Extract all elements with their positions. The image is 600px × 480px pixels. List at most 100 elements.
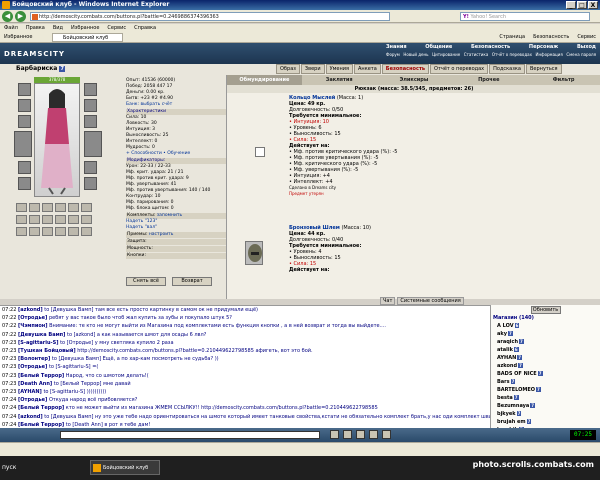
chat-time[interactable]: 07:24 xyxy=(2,397,16,403)
chat-nick[interactable]: [azkond] xyxy=(18,307,43,313)
address-bar[interactable]: http://demoscity.combats.com/buttons.pl?… xyxy=(30,12,390,21)
online-user[interactable]: Bezumnaya 7 xyxy=(491,402,600,410)
game-tab[interactable]: Безопасность xyxy=(381,64,430,74)
section-defense[interactable]: Защита: xyxy=(126,239,230,245)
backpack-subtab[interactable]: Фильтр xyxy=(526,75,600,85)
menu-favorites[interactable]: Избранное xyxy=(71,24,99,32)
user-nick[interactable]: BARTELOMEO xyxy=(497,387,535,393)
chat-time[interactable]: 07:23 xyxy=(2,373,16,379)
chat-nick[interactable]: [Волонтер] xyxy=(18,356,50,362)
chat-time[interactable]: 07:24 xyxy=(2,422,16,428)
user-nick[interactable]: bjkyek xyxy=(497,411,516,417)
unequip-all-button[interactable]: Снять всё xyxy=(126,277,166,286)
slot-earring[interactable] xyxy=(18,99,31,112)
chat-input[interactable] xyxy=(60,431,320,439)
character-name[interactable]: Барбариска 7 xyxy=(16,65,65,72)
online-user[interactable]: aky 7 xyxy=(491,330,600,338)
scroll-slot[interactable] xyxy=(16,227,27,236)
chat-time[interactable]: 07:23 xyxy=(2,340,16,346)
refresh-button[interactable]: Обновить xyxy=(530,306,561,314)
online-user[interactable]: atalik 6 xyxy=(491,346,600,354)
scroll-slot[interactable] xyxy=(81,215,92,224)
user-nick[interactable]: azkond xyxy=(497,363,517,369)
online-user[interactable]: Bars 7 xyxy=(491,378,600,386)
slot-bracer[interactable] xyxy=(84,99,97,112)
start-button[interactable]: пуск xyxy=(2,461,30,475)
configure-link[interactable]: настроить xyxy=(149,232,174,237)
topmenu-security[interactable]: Безопасность xyxy=(471,44,510,50)
chat-time[interactable]: 07:23 xyxy=(2,348,16,354)
game-tab[interactable]: Умения xyxy=(325,64,353,74)
tools-menu[interactable]: Сервис xyxy=(577,32,596,43)
topmenu-newday[interactable]: Новый день xyxy=(403,52,428,57)
menu-tools[interactable]: Сервис xyxy=(107,24,126,32)
menu-file[interactable]: Файл xyxy=(4,24,18,32)
online-user[interactable]: BADS OF NICE 7 xyxy=(491,370,600,378)
minimize-button[interactable]: _ xyxy=(566,1,576,9)
scroll-slot[interactable] xyxy=(55,215,66,224)
chat-nick[interactable]: [Тушкан Бойцовый] xyxy=(18,348,76,354)
section-buttons[interactable]: Кнопки: xyxy=(126,253,230,259)
security-menu[interactable]: Безопасность xyxy=(533,32,569,43)
slot-gloves[interactable] xyxy=(84,83,97,96)
topmenu-forum[interactable]: Форум xyxy=(386,52,400,57)
scroll-slot[interactable] xyxy=(68,215,79,224)
send-button[interactable] xyxy=(330,430,339,439)
topmenu-character[interactable]: Персонаж xyxy=(529,44,558,50)
chat-nick[interactable]: [Белый Террор] xyxy=(18,422,64,428)
page-menu[interactable]: Страница xyxy=(499,32,525,43)
set-val-link[interactable]: Надеть "вал" xyxy=(126,225,230,231)
chat-nick[interactable]: [Отродье] xyxy=(18,364,47,370)
user-nick[interactable]: Bezumnaya xyxy=(497,403,529,409)
online-user[interactable]: besta 7 xyxy=(491,394,600,402)
save-set-link[interactable]: запомнить xyxy=(157,213,182,218)
scroll-slot[interactable] xyxy=(29,203,40,212)
slot-amulet[interactable] xyxy=(18,115,31,128)
slot-belt[interactable] xyxy=(18,177,31,190)
filter-button[interactable] xyxy=(382,430,391,439)
user-nick[interactable]: atalik xyxy=(497,347,513,353)
chat-time[interactable]: 07:22 xyxy=(2,315,16,321)
online-user[interactable]: brujah em 7 xyxy=(491,418,600,426)
chat-nick[interactable]: [Отродье] xyxy=(18,397,47,403)
chat-nick[interactable]: [Белый Террор] xyxy=(18,373,64,379)
clear-button[interactable] xyxy=(343,430,352,439)
scroll-slot[interactable] xyxy=(68,227,79,236)
chat-nick[interactable]: [Чэмпион] xyxy=(18,323,48,329)
chat-time[interactable]: 07:23 xyxy=(2,364,16,370)
chat-nick[interactable]: [S-agittariu-S] xyxy=(18,340,58,346)
menu-edit[interactable]: Правка xyxy=(26,24,45,32)
chat-nick[interactable]: [Белый Террор] xyxy=(18,405,64,411)
menu-view[interactable]: Вид xyxy=(53,24,63,32)
game-tab[interactable]: Звери xyxy=(300,64,325,74)
settings-button[interactable] xyxy=(369,430,378,439)
scroll-slot[interactable] xyxy=(42,215,53,224)
topmenu-stats[interactable]: Статистика xyxy=(464,52,489,57)
return-button[interactable]: Возврат xyxy=(172,277,212,286)
scroll-slot[interactable] xyxy=(81,227,92,236)
user-nick[interactable]: aky xyxy=(497,331,507,337)
slot-armor[interactable] xyxy=(18,161,31,174)
online-user[interactable]: bjkyek 7 xyxy=(491,410,600,418)
online-user[interactable]: A LOV 6 xyxy=(491,322,600,330)
user-nick[interactable]: araqich xyxy=(497,339,518,345)
close-button[interactable]: X xyxy=(588,1,598,9)
chat-nick[interactable]: [AYHAN] xyxy=(18,389,42,395)
user-nick[interactable]: AYHAN xyxy=(497,355,516,361)
ring-icon[interactable] xyxy=(255,147,265,157)
slot-ring[interactable] xyxy=(84,115,97,128)
online-user[interactable]: BARTELOMEO 7 xyxy=(491,386,600,394)
backpack-subtab[interactable]: Эликсиры xyxy=(377,75,452,85)
scroll-slot[interactable] xyxy=(81,203,92,212)
topmenu-report[interactable]: Отчёт о переводах xyxy=(492,52,532,57)
abilities-link[interactable]: + Способности • Обучение xyxy=(126,151,230,157)
user-nick[interactable]: Bars xyxy=(497,379,510,385)
chat-time[interactable]: 07:23 xyxy=(2,381,16,387)
forward-icon[interactable]: ▶ xyxy=(15,11,26,22)
game-tab[interactable]: Анкета xyxy=(354,64,381,74)
topmenu-chat[interactable]: Общение xyxy=(425,44,452,50)
tab-system-messages[interactable]: Системные сообщения xyxy=(397,297,464,305)
taskbar-item[interactable]: Бойцовский клуб xyxy=(90,460,160,475)
section-techniques[interactable]: Приемы: настроить xyxy=(126,232,230,238)
search-input[interactable]: Y! Yahoo! Search xyxy=(460,12,590,21)
